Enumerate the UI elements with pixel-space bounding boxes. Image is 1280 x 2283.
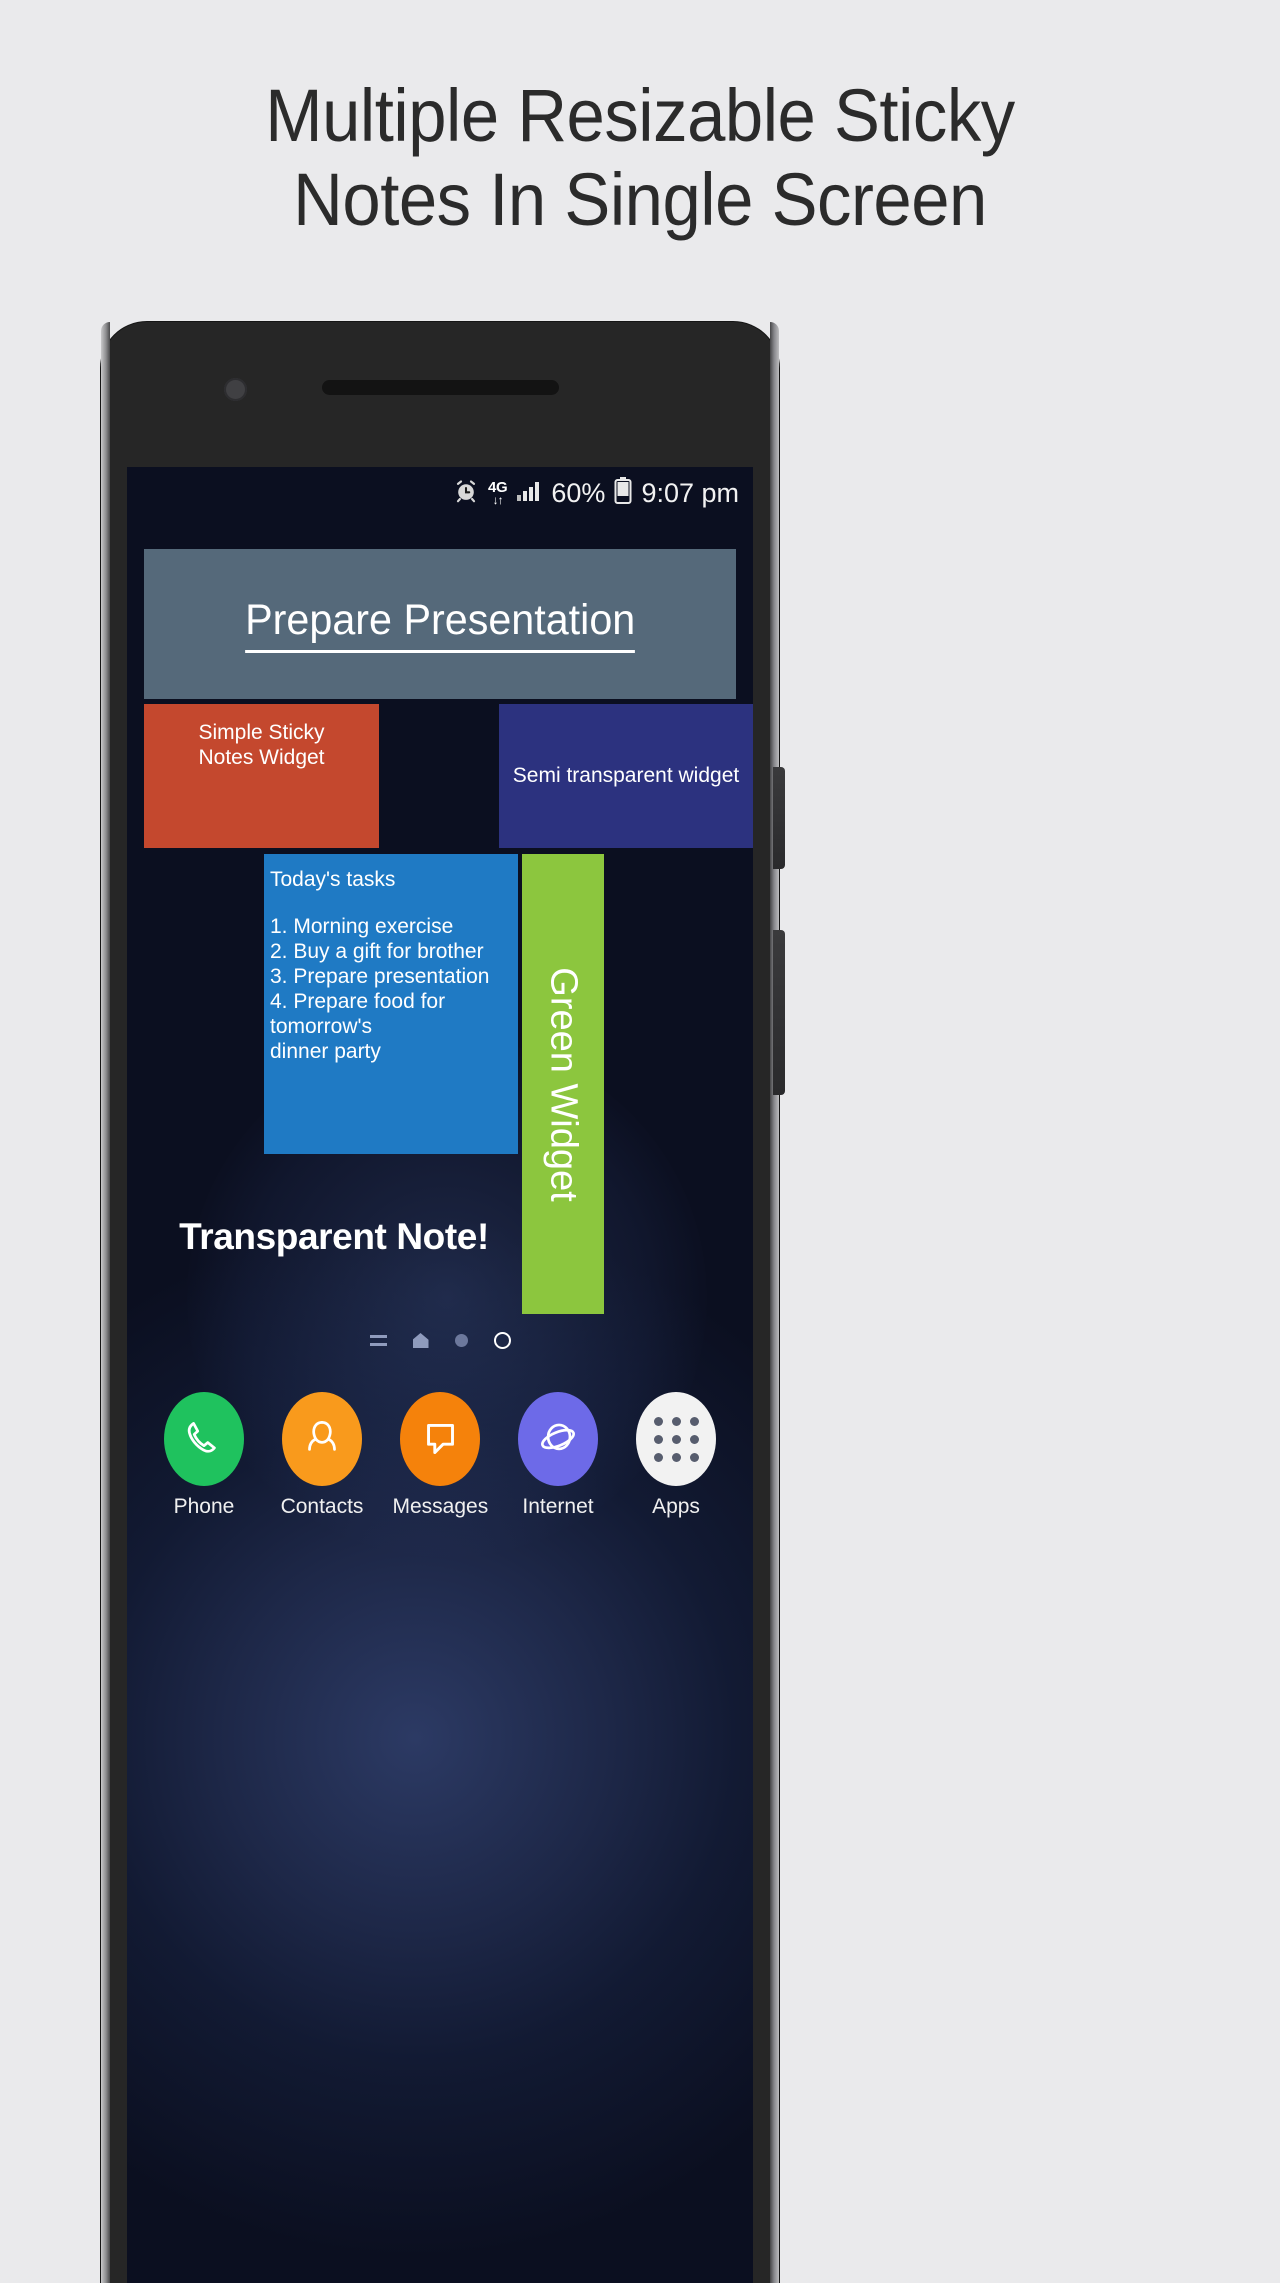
- message-bubble-icon: [400, 1392, 480, 1486]
- widget-semi-transparent[interactable]: Semi transparent widget: [499, 704, 753, 848]
- dock-item-apps[interactable]: Apps: [629, 1392, 724, 1519]
- phone-left-edge: [101, 322, 110, 2283]
- widget-prepare-presentation[interactable]: Prepare Presentation: [144, 549, 736, 699]
- home-screen-dock: Phone Contacts Messages Internet Apps: [127, 1392, 753, 1519]
- list-item: dinner party: [270, 1040, 381, 1063]
- phone-screen: 4G ↓↑ 60% 9:07 pm Prepare Presentation S…: [127, 467, 753, 2283]
- dock-label-apps: Apps: [652, 1495, 700, 1518]
- headline-line-1: Multiple Resizable Sticky: [265, 74, 1015, 157]
- battery-percent-label: 60%: [551, 477, 606, 508]
- status-bar: 4G ↓↑ 60% 9:07 pm: [127, 467, 753, 519]
- contacts-person-icon: [282, 1392, 362, 1486]
- page-current-ring[interactable]: [493, 1332, 511, 1349]
- volume-button[interactable]: [773, 930, 785, 1095]
- menu-lines-icon[interactable]: [369, 1335, 387, 1346]
- internet-globe-icon: [518, 1392, 598, 1486]
- dock-item-messages[interactable]: Messages: [393, 1392, 488, 1519]
- list-item: 4. Prepare food for tomorrow's: [270, 990, 446, 1038]
- widget-semi-transparent-text: Semi transparent widget: [512, 764, 740, 787]
- power-button[interactable]: [773, 767, 785, 869]
- clock-label: 9:07 pm: [641, 477, 739, 508]
- network-type-indicator: 4G ↓↑: [488, 480, 508, 507]
- home-screen-page-indicators: [127, 1332, 753, 1349]
- apps-grid-icon: [636, 1392, 716, 1486]
- widget-prepare-presentation-text: Prepare Presentation: [244, 596, 636, 653]
- page-dot[interactable]: [454, 1334, 468, 1347]
- promo-screenshot-page: Multiple Resizable Sticky Notes In Singl…: [0, 0, 1280, 2283]
- alarm-clock-icon: [453, 478, 479, 509]
- list-item: 3. Prepare presentation: [270, 965, 490, 988]
- phone-right-edge: [770, 322, 779, 2283]
- dock-label-messages: Messages: [392, 1495, 489, 1518]
- list-item: 1. Morning exercise: [270, 915, 454, 938]
- dock-label-phone: Phone: [173, 1495, 235, 1518]
- page-title: Multiple Resizable Sticky Notes In Singl…: [0, 74, 1280, 242]
- headline-line-2: Notes In Single Screen: [293, 158, 987, 241]
- widget-transparent-note-text: Transparent Note!: [179, 1216, 489, 1257]
- front-camera-icon: [224, 378, 247, 401]
- widget-tasks-title: Today's tasks: [270, 868, 396, 891]
- widget-todays-tasks[interactable]: Today's tasks 1. Morning exercise 2. Buy…: [264, 854, 518, 1154]
- widget-green[interactable]: Green Widget: [522, 854, 604, 1314]
- data-transfer-arrows-icon: ↓↑: [492, 493, 504, 507]
- dock-item-internet[interactable]: Internet: [511, 1392, 606, 1519]
- widget-transparent-note[interactable]: Transparent Note!: [144, 1207, 524, 1267]
- widget-simple-sticky-note[interactable]: Simple Sticky Notes Widget: [144, 704, 379, 848]
- widget-tasks-list: 1. Morning exercise 2. Buy a gift for br…: [270, 914, 510, 1064]
- dock-item-contacts[interactable]: Contacts: [275, 1392, 370, 1519]
- battery-icon: [614, 477, 632, 509]
- dock-label-contacts: Contacts: [280, 1495, 364, 1518]
- home-icon[interactable]: [412, 1333, 429, 1348]
- widget-red-line-2: Notes Widget: [198, 746, 325, 769]
- dock-item-phone[interactable]: Phone: [157, 1392, 252, 1519]
- widget-red-line-1: Simple Sticky: [198, 721, 325, 744]
- phone-handset-icon: [164, 1392, 244, 1486]
- earpiece-speaker: [322, 380, 559, 395]
- dock-label-internet: Internet: [522, 1495, 594, 1518]
- signal-bars-icon: [516, 479, 542, 508]
- widget-green-text: Green Widget: [542, 966, 585, 1202]
- list-item: 2. Buy a gift for brother: [270, 940, 484, 963]
